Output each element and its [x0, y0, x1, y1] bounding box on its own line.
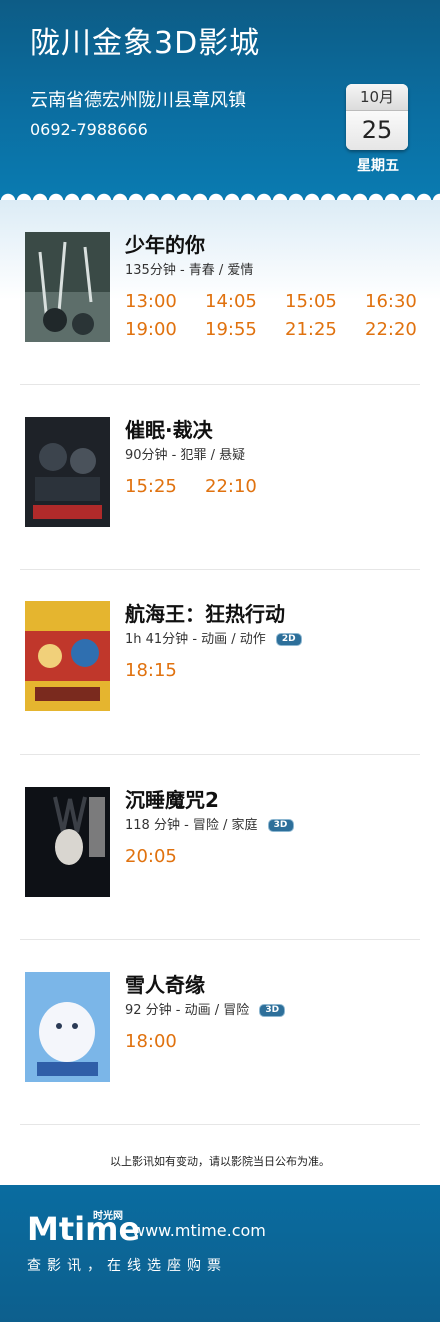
website-link[interactable]: www.mtime.com: [132, 1221, 266, 1240]
showtime[interactable]: 15:25: [125, 475, 177, 499]
showtime[interactable]: 16:30: [365, 290, 417, 314]
cinema-name: 陇川金象3D影城: [30, 26, 261, 61]
movie-meta: 90分钟 - 犯罪 / 悬疑: [125, 448, 246, 463]
showtime[interactable]: 14:05: [205, 290, 257, 314]
showtime[interactable]: 22:10: [205, 475, 257, 499]
movie-meta: 92 分钟 - 动画 / 冒险 3D: [125, 1002, 286, 1020]
showtime[interactable]: 22:20: [365, 318, 417, 342]
divider: [20, 384, 420, 385]
movie-meta-text: 92 分钟 - 动画 / 冒险: [125, 1003, 250, 1018]
logo-cn-text: 时光网: [93, 1211, 123, 1222]
movie-item[interactable]: 雪人奇缘 92 分钟 - 动画 / 冒险 3D 18:00: [20, 972, 420, 1084]
footer: Mtime 时光网 www.mtime.com 查影讯，在线选座购票: [0, 1185, 440, 1322]
cinema-phone[interactable]: 0692-7988666: [30, 119, 148, 141]
movie-poster[interactable]: [25, 232, 110, 342]
showtime[interactable]: 13:00: [125, 290, 177, 314]
header-scallop-edge: [0, 185, 440, 201]
format-3d-badge: 3D: [267, 819, 294, 832]
mtime-logo[interactable]: Mtime 时光网: [27, 1211, 140, 1247]
showtime[interactable]: 18:00: [125, 1030, 177, 1054]
showtime[interactable]: 19:00: [125, 318, 177, 342]
movie-title[interactable]: 催眠·裁决: [125, 417, 213, 443]
movie-poster[interactable]: [25, 972, 110, 1082]
divider: [20, 1124, 420, 1125]
movie-item[interactable]: 沉睡魔咒2 118 分钟 - 冒险 / 家庭 3D 20:05: [20, 787, 420, 899]
showtime[interactable]: 20:05: [125, 845, 177, 869]
divider: [20, 569, 420, 570]
movie-item[interactable]: 少年的你 135分钟 - 青春 / 爱情 13:00 14:05 15:05 1…: [20, 232, 420, 344]
movie-meta: 135分钟 - 青春 / 爱情: [125, 263, 254, 278]
format-2d-badge: 2D: [275, 633, 302, 646]
footer-scallop-edge: [0, 1177, 440, 1193]
showtime[interactable]: 19:55: [205, 318, 257, 342]
showtime[interactable]: 21:25: [285, 318, 337, 342]
footer-slogan: 查影讯，在线选座购票: [27, 1258, 227, 1274]
movie-title[interactable]: 沉睡魔咒2: [125, 787, 219, 813]
movie-title[interactable]: 雪人奇缘: [125, 972, 205, 998]
movie-item[interactable]: 催眠·裁决 90分钟 - 犯罪 / 悬疑 15:25 22:10: [20, 417, 420, 529]
calendar-weekday: 星期五: [357, 158, 399, 174]
movie-poster[interactable]: [25, 417, 110, 527]
divider: [20, 939, 420, 940]
movie-item[interactable]: 航海王：狂热行动 1h 41分钟 - 动画 / 动作 2D 18:15: [20, 601, 420, 713]
movie-meta: 1h 41分钟 - 动画 / 动作 2D: [125, 631, 302, 649]
movie-poster[interactable]: [25, 601, 110, 711]
divider: [20, 754, 420, 755]
movie-title[interactable]: 航海王：狂热行动: [125, 601, 285, 627]
schedule-notice: 以上影讯如有变动，请以影院当日公布为准。: [110, 1155, 330, 1168]
movie-title[interactable]: 少年的你: [125, 232, 205, 258]
movie-meta-text: 1h 41分钟 - 动画 / 动作: [125, 632, 266, 647]
cinema-address: 云南省德宏州陇川县章风镇: [30, 90, 246, 111]
calendar-day: 25: [346, 111, 408, 150]
showtime[interactable]: 18:15: [125, 659, 177, 683]
date-calendar-icon: 10月 25: [346, 84, 408, 150]
format-3d-badge: 3D: [259, 1004, 286, 1017]
movie-meta: 118 分钟 - 冒险 / 家庭 3D: [125, 817, 294, 835]
movie-meta-text: 118 分钟 - 冒险 / 家庭: [125, 818, 258, 833]
showtime[interactable]: 15:05: [285, 290, 337, 314]
calendar-month: 10月: [346, 84, 408, 111]
movie-poster[interactable]: [25, 787, 110, 897]
cinema-header: 陇川金象3D影城 云南省德宏州陇川县章风镇 0692-7988666 10月 2…: [0, 0, 440, 200]
logo-text: Mtime: [27, 1210, 141, 1248]
